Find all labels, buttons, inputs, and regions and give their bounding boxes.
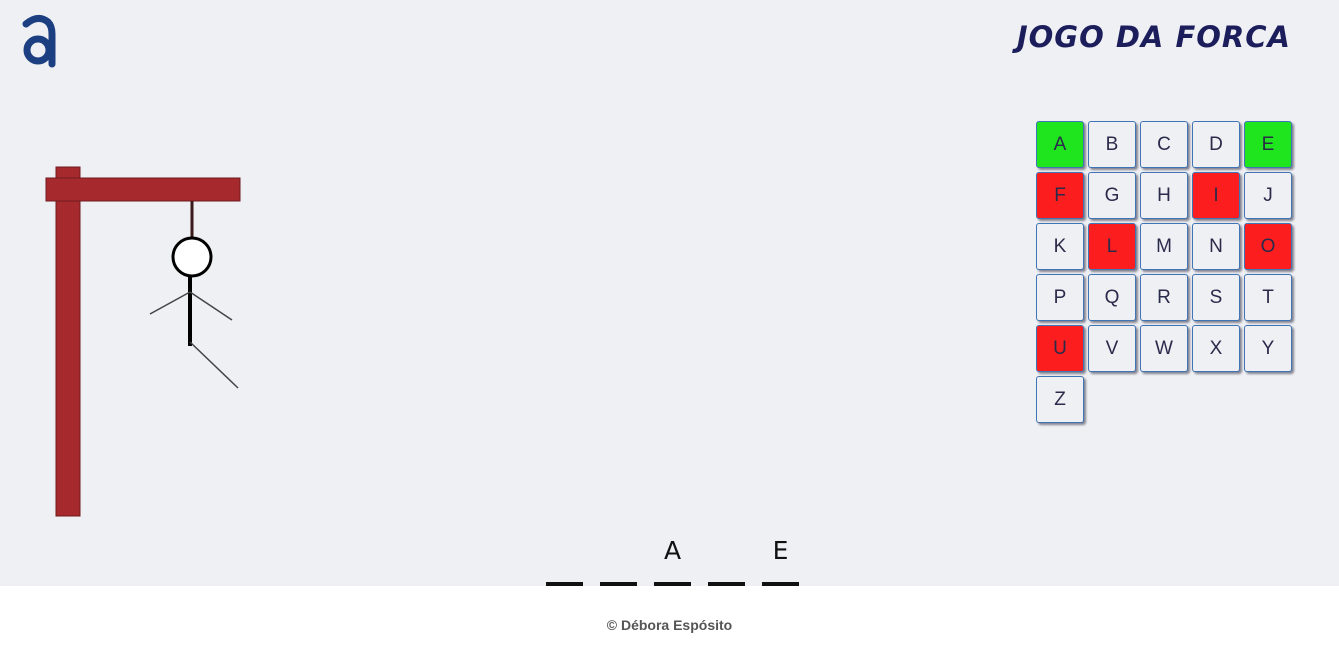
letter-slot [708,530,745,586]
letter-key-h[interactable]: H [1140,172,1188,219]
letter-slot: A [654,530,691,586]
hangman-right-arm [189,291,233,321]
letter-key-n[interactable]: N [1192,223,1240,270]
letter-key-d[interactable]: D [1192,121,1240,168]
revealed-letter: E [772,536,789,565]
revealed-letter: A [663,536,682,565]
letter-key-w[interactable]: W [1140,325,1188,372]
hangman-left-arm [149,291,191,315]
letter-key-r[interactable]: R [1140,274,1188,321]
letter-key-m[interactable]: M [1140,223,1188,270]
gallows-drawing [45,166,241,517]
hangman-right-leg [189,341,239,389]
letter-key-p[interactable]: P [1036,274,1084,321]
letter-key-c[interactable]: C [1140,121,1188,168]
letter-key-g[interactable]: G [1088,172,1136,219]
letter-key-y[interactable]: Y [1244,325,1292,372]
letter-key-j[interactable]: J [1244,172,1292,219]
letter-key-v[interactable]: V [1088,325,1136,372]
letter-key-f[interactable]: F [1036,172,1084,219]
letter-key-z[interactable]: Z [1036,376,1084,423]
letter-key-a[interactable]: A [1036,121,1084,168]
letter-key-i[interactable]: I [1192,172,1240,219]
letter-key-x[interactable]: X [1192,325,1240,372]
letter-keyboard: ABCDE FGHIJ KLMNO PQRST UVWXY Z [1036,121,1292,423]
letter-key-l[interactable]: L [1088,223,1136,270]
letter-key-t[interactable]: T [1244,274,1292,321]
letter-slot [600,530,637,586]
letter-key-o[interactable]: O [1244,223,1292,270]
gallows-beam [45,177,241,202]
letter-key-b[interactable]: B [1088,121,1136,168]
letter-slot [546,530,583,586]
letter-key-s[interactable]: S [1192,274,1240,321]
hidden-word: AE [546,530,799,586]
letter-key-e[interactable]: E [1244,121,1292,168]
hangman-head [171,236,213,278]
copyright-text: © Débora Espósito [606,617,733,633]
letter-key-u[interactable]: U [1036,325,1084,372]
letter-key-k[interactable]: K [1036,223,1084,270]
game-area: JOGO DA FORCA ABCDEFGHIJKLMNOPQRSTUVWXYZ… [0,0,1339,586]
page-title: JOGO DA FORCA [1016,20,1291,54]
letter-key-q[interactable]: Q [1088,274,1136,321]
footer: © Débora Espósito [0,586,1339,648]
letter-slot: E [762,530,799,586]
gallows-post [55,166,81,517]
